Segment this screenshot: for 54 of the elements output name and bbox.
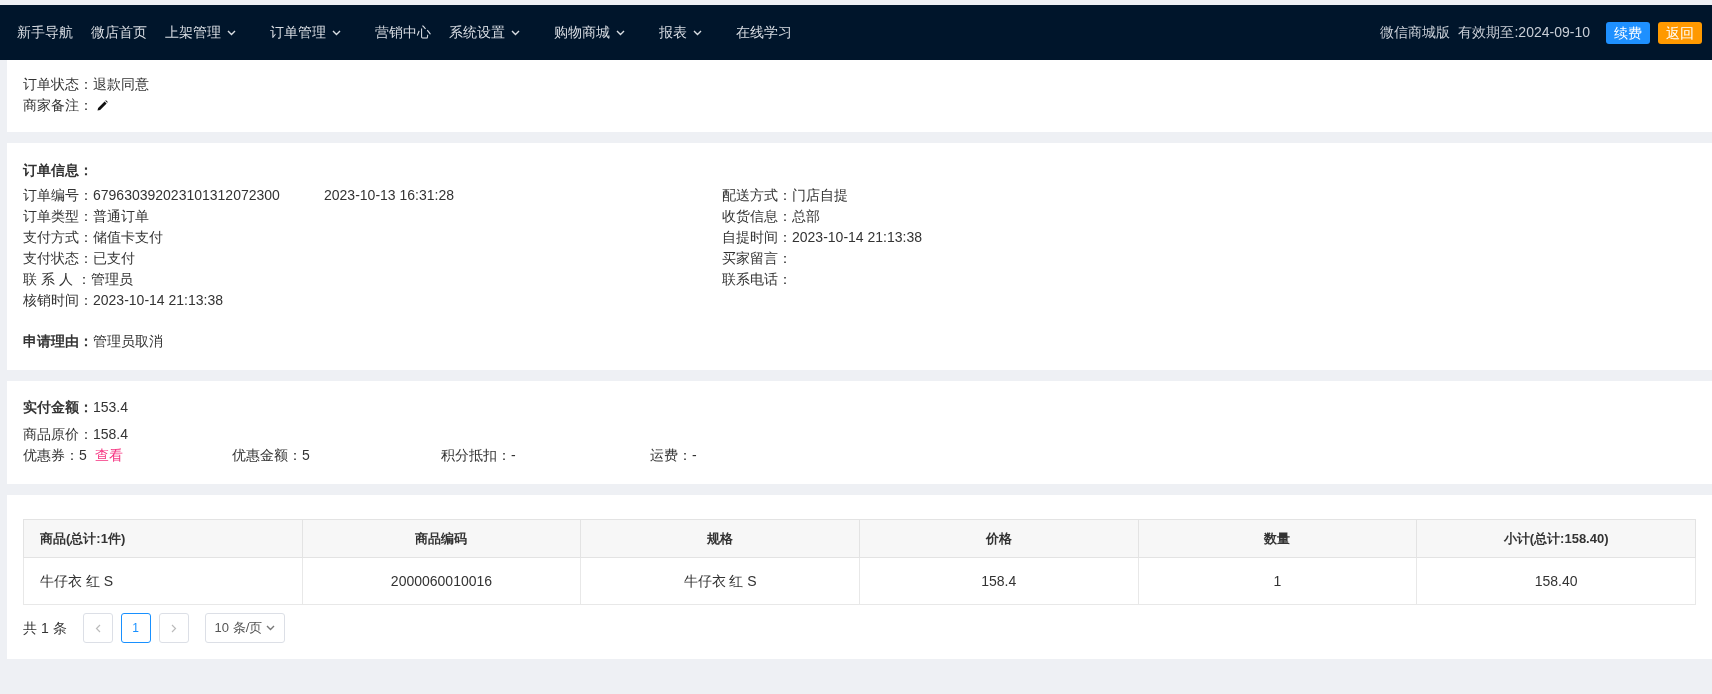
info-line: 优惠金额：5 [232,446,310,465]
column-header: 小计(总计:158.40) [1416,519,1696,558]
view-link[interactable]: 查看 [94,445,123,466]
info-line: 收货信息：总部 [722,207,821,226]
info-line: 配送方式：门店自提 [722,186,849,205]
nav-menu[interactable]: 系统设置 [442,22,527,43]
nav-menu[interactable]: 报表 [652,22,709,43]
order-time: 2023-10-13 16:31:28 [324,186,454,205]
section-title: 订单信息： [23,161,94,180]
column-header: 商品(总计:1件) [23,519,303,558]
chevron-right-icon [170,623,177,633]
paid-amount: 实付金额：153.4 [23,398,130,417]
info-line: 自提时间：2023-10-14 21:13:38 [722,228,922,247]
expiry-date: 有效期至:2024-09-10 [1458,23,1590,42]
info-line: 订单编号：679630392023101312072300 [23,186,281,205]
column-header: 规格 [580,519,860,558]
info-line: 买家留言： [722,249,793,268]
edition-label: 微信商城版 [1380,23,1451,42]
chevron-down-icon [266,625,276,631]
info-line: 订单类型：普通订单 [23,207,150,226]
next-page-button[interactable] [158,613,189,643]
nav-menu[interactable]: 上架管理 [158,22,243,43]
pencil-icon[interactable] [97,100,108,111]
info-line: 运费：- [650,446,697,465]
previous-page-button[interactable] [82,613,113,643]
original-price: 商品原价：158.4 [23,425,130,444]
nav-menu[interactable]: 订单管理 [263,22,348,43]
table-cell: 牛仔衣 红 S [23,557,303,605]
total-count: 共 1 条 [23,618,67,638]
nav-link[interactable]: 新手导航 [10,22,80,43]
chevron-left-icon [94,623,101,633]
nav-menu[interactable]: 购物商城 [547,22,632,43]
info-line: 联系电话： [722,270,793,289]
table-cell: 2000060010016 [302,557,581,605]
remark-label: 商家备注： [23,96,93,115]
order-status: 订单状态：退款同意 [23,75,150,94]
table-cell: 158.40 [1416,557,1696,605]
column-header: 商品编码 [302,519,581,558]
info-line: 支付方式：储值卡支付 [23,228,164,247]
nav-link[interactable]: 微店首页 [84,22,154,43]
table-cell: 158.4 [859,557,1139,605]
info-line: 支付状态：已支付 [23,249,136,268]
column-header: 数量 [1138,519,1417,558]
nav-link[interactable]: 在线学习 [729,22,799,43]
info-line: 核销时间：2023-10-14 21:13:38 [23,291,224,310]
info-line: 优惠券：5 [23,446,87,465]
table-cell: 1 [1138,557,1417,605]
nav-link[interactable]: 营销中心 [368,22,438,43]
info-line: 积分抵扣：- [441,446,516,465]
column-header: 价格 [859,519,1139,558]
refund-reason: 申请理由：管理员取消 [23,332,164,351]
table-cell: 牛仔衣 红 S [580,557,860,605]
info-line: 联 系 人 ：管理员 [23,270,134,289]
page-size-select[interactable]: 10 条/页 [204,613,286,643]
